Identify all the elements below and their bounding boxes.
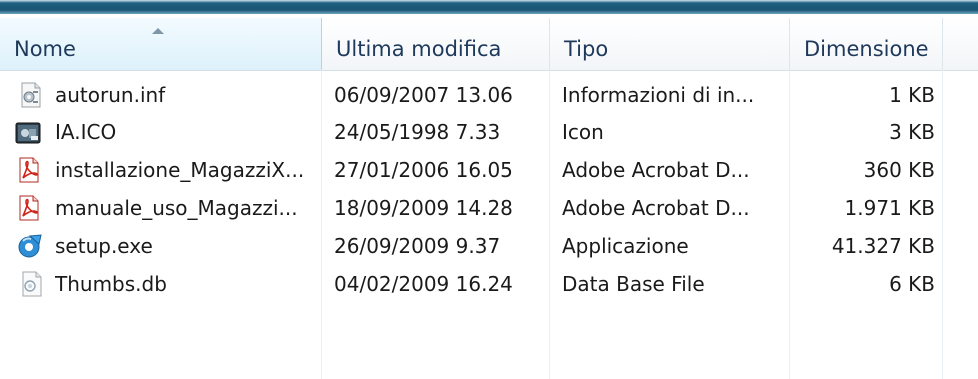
db-file-icon [22,271,42,297]
column-header-row: Nome Ultima modifica Tipo Dimensione [0,18,978,71]
file-modified: 18/09/2009 14.28 [334,196,513,220]
column-header-modified-label: Ultima modifica [336,37,502,61]
window-title-bar [0,0,978,14]
file-size: 6 KB [889,272,935,296]
column-header-modified[interactable]: Ultima modifica [322,18,550,70]
file-modified: 04/02/2009 16.24 [334,272,513,296]
file-name: autorun.inf [55,83,166,107]
sort-ascending-icon [152,28,164,34]
file-row[interactable]: autorun.inf 06/09/2007 13.06 Informazion… [0,76,978,114]
file-row[interactable]: Thumbs.db 04/02/2009 16.24 Data Base Fil… [0,265,978,303]
column-header-type[interactable]: Tipo [550,18,790,70]
file-type: Informazioni di in... [562,83,755,107]
file-size: 360 KB [863,158,935,182]
column-header-name-label: Nome [14,37,76,61]
file-row[interactable]: IA.ICO 24/05/1998 7.33 Icon 3 KB [0,113,978,151]
file-size: 1 KB [889,83,935,107]
file-name: installazione_MagazziX... [55,158,305,182]
file-modified: 26/09/2009 9.37 [334,234,501,258]
pdf-file-icon [19,195,39,221]
file-name: setup.exe [55,234,153,258]
file-name: Thumbs.db [55,272,167,296]
column-header-name[interactable]: Nome [0,18,322,70]
column-header-type-label: Tipo [564,37,609,61]
file-name: manuale_uso_Magazzi... [55,196,298,220]
file-type: Adobe Acrobat D... [562,196,750,220]
setup-exe-icon [18,234,42,258]
file-modified: 27/01/2006 16.05 [334,158,513,182]
ico-file-icon [15,122,41,144]
file-name: IA.ICO [55,120,117,144]
file-type: Adobe Acrobat D... [562,158,750,182]
file-row[interactable]: manuale_uso_Magazzi... 18/09/2009 14.28 … [0,189,978,227]
file-row[interactable]: setup.exe 26/09/2009 9.37 Applicazione 4… [0,227,978,265]
file-modified: 06/09/2007 13.06 [334,83,513,107]
file-size: 41.327 KB [831,234,935,258]
column-header-size-label: Dimensione [804,37,929,61]
column-header-empty[interactable] [943,18,978,70]
file-row[interactable]: installazione_MagazziX... 27/01/2006 16.… [0,151,978,189]
file-size: 1.971 KB [844,196,935,220]
file-size: 3 KB [889,120,935,144]
settings-file-icon [21,82,41,108]
file-type: Applicazione [562,234,689,258]
file-type: Data Base File [562,272,705,296]
pdf-file-icon [19,157,39,183]
file-type: Icon [562,120,604,144]
file-modified: 24/05/1998 7.33 [334,120,501,144]
column-header-size[interactable]: Dimensione [790,18,943,70]
